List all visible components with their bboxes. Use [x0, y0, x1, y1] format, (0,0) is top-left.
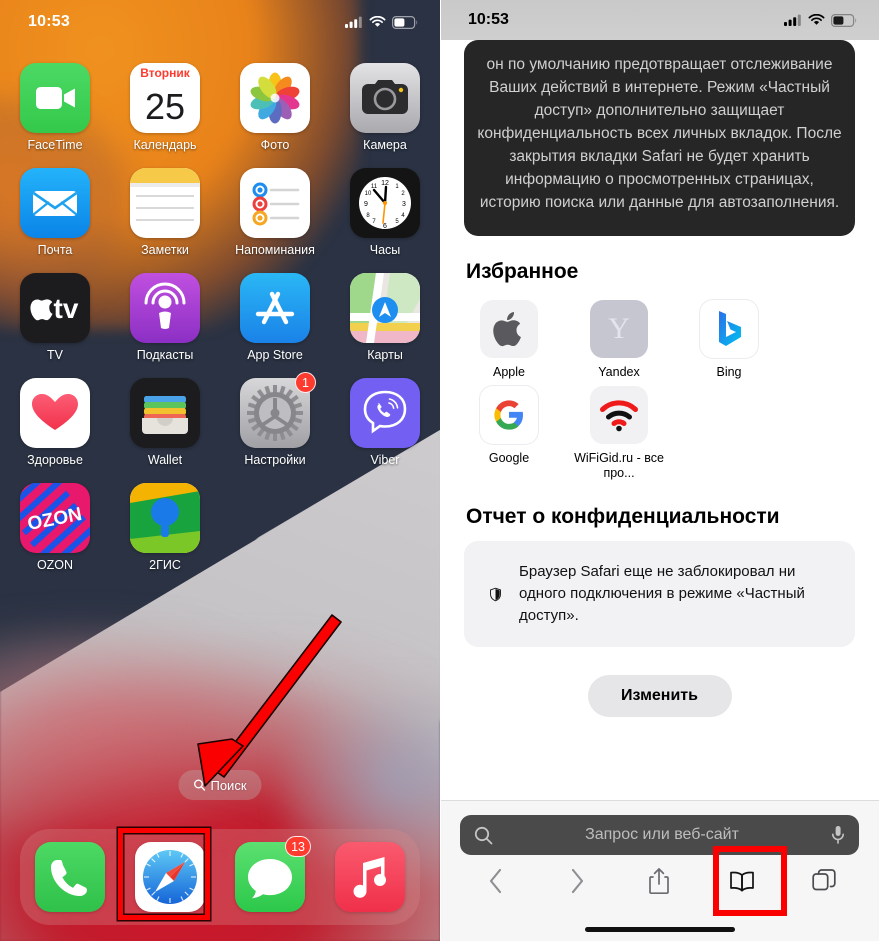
favorite-google[interactable]: Google [454, 386, 564, 481]
favorites-title: Избранное [466, 260, 579, 283]
google-logo-icon [480, 386, 538, 444]
tabs-button[interactable] [802, 861, 846, 901]
chevron-left-icon [489, 868, 501, 894]
yandex-logo-icon: Y [590, 300, 648, 358]
privacy-report-card[interactable]: Браузер Safari еще не заблокировал ни од… [464, 541, 855, 647]
signal-bars-icon [784, 14, 801, 26]
status-bar: 10:53 [440, 0, 879, 40]
favorite-label: Google [488, 451, 530, 465]
chevron-right-icon [571, 868, 583, 894]
screenshot-root: 10:53 FaceTime Вторник 25 Календарь Фото… [0, 0, 879, 941]
status-time: 10:53 [468, 11, 509, 28]
shield-icon [490, 587, 501, 601]
share-button[interactable] [637, 861, 681, 901]
favorite-label: Bing [716, 365, 742, 379]
favorite-label: Yandex [598, 365, 640, 379]
favorite-label: Apple [493, 365, 525, 379]
pointer-arrow [197, 614, 342, 787]
favorite-yandex[interactable]: Y Yandex [564, 300, 674, 380]
privacy-report-text: Браузер Safari еще не заблокировал ни од… [519, 563, 805, 624]
edit-button[interactable]: Изменить [587, 675, 732, 717]
share-icon [649, 868, 670, 895]
battery-icon [831, 13, 857, 27]
start-page-content: он по умолчанию предотвращает отслеживан… [440, 40, 879, 800]
private-browsing-text: он по умолчанию предотвращает отслеживан… [477, 56, 842, 211]
safari-bottom-toolbar: Запрос или веб-сайт [440, 800, 879, 941]
home-indicator [584, 927, 735, 932]
url-placeholder: Запрос или веб-сайт [585, 826, 739, 843]
favorites-grid: Apple Y Yandex Bing Google WiFiGid.ru - … [440, 284, 879, 481]
privacy-report-title: Отчет о конфиденциальности [466, 505, 780, 528]
bookmarks-button[interactable] [720, 861, 764, 901]
bing-logo-icon [700, 300, 758, 358]
panel-divider [440, 0, 441, 941]
favorite-label: WiFiGid.ru - все про... [574, 451, 664, 480]
book-icon [729, 871, 754, 892]
safari-start-page: 10:53 он по умолчанию предотвращает отсл… [440, 0, 879, 941]
apple-logo-icon [480, 300, 538, 358]
favorite-apple[interactable]: Apple [454, 300, 564, 380]
tabs-icon [812, 869, 836, 891]
url-search-field[interactable]: Запрос или веб-сайт [460, 815, 859, 855]
wifi-logo-icon [590, 386, 648, 444]
back-button[interactable] [473, 861, 517, 901]
iphone-home-screen: 10:53 FaceTime Вторник 25 Календарь Фото… [0, 0, 440, 941]
wifi-icon [808, 14, 825, 25]
search-icon [474, 826, 493, 844]
private-browsing-card: он по умолчанию предотвращает отслеживан… [464, 40, 855, 236]
clipped-text-line [476, 46, 843, 53]
toolbar-buttons [440, 855, 879, 907]
microphone-icon[interactable] [831, 825, 845, 845]
forward-button[interactable] [555, 861, 599, 901]
favorite-wifigid[interactable]: WiFiGid.ru - все про... [564, 386, 674, 481]
favorite-bing[interactable]: Bing [674, 300, 784, 380]
